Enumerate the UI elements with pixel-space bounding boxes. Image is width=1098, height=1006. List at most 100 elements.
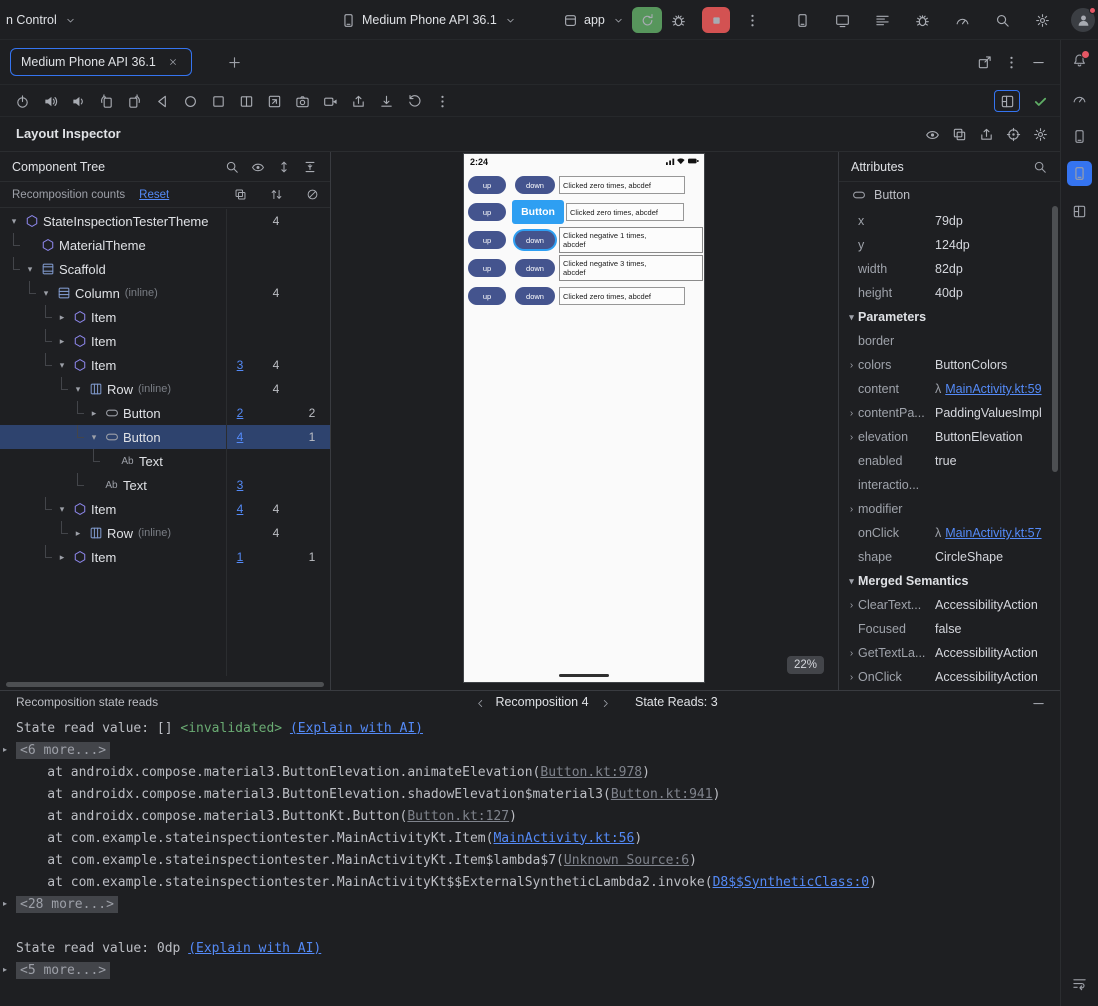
tree-row[interactable]: ▸ Item: [0, 305, 330, 329]
recomposition-count-link[interactable]: 4: [231, 430, 249, 444]
console-link[interactable]: (Explain with AI): [290, 721, 423, 736]
collapse-all-icon[interactable]: [302, 159, 318, 175]
up-button[interactable]: up: [468, 203, 506, 221]
console-link[interactable]: (Explain with AI): [188, 941, 321, 956]
home-icon[interactable]: [182, 93, 198, 109]
logcat-icon[interactable]: [874, 12, 890, 28]
search-icon[interactable]: [994, 12, 1010, 28]
stop-button[interactable]: [702, 7, 730, 33]
open-in-window-icon[interactable]: [976, 54, 992, 70]
recomposition-count-link[interactable]: 3: [231, 358, 249, 372]
chevron-right-icon[interactable]: ›: [845, 600, 858, 611]
reset-counts-link[interactable]: Reset: [139, 189, 169, 201]
vcs-widget[interactable]: n Control: [6, 0, 79, 40]
restore-icon[interactable]: [406, 93, 422, 109]
hide-icon[interactable]: [1030, 54, 1046, 70]
sorter-icon[interactable]: [268, 187, 284, 203]
rotate-right-icon[interactable]: [126, 93, 142, 109]
recomposition-count-link[interactable]: 1: [231, 550, 249, 564]
layout-inspector-icon[interactable]: [1072, 203, 1088, 219]
attribute-row[interactable]: height 40dp: [839, 281, 1060, 305]
device-explorer-icon[interactable]: [1072, 128, 1088, 144]
console-link[interactable]: MainActivity.kt:56: [493, 831, 634, 846]
tree-row[interactable]: ▾ StateInspectionTesterTheme 4: [0, 209, 330, 233]
settings-icon[interactable]: [1032, 126, 1048, 142]
visibility-icon[interactable]: [250, 159, 266, 175]
chevron-right-icon[interactable]: ›: [845, 408, 858, 419]
expand-all-icon[interactable]: [276, 159, 292, 175]
device-screen[interactable]: 2:24 up down Clicked zero times, abcdef up B…: [463, 153, 705, 683]
device-manager-icon[interactable]: [794, 12, 810, 28]
chevron-down-icon[interactable]: ▾: [845, 576, 858, 587]
down-button[interactable]: down: [515, 231, 555, 249]
expander-chevron-icon[interactable]: ▸: [3, 745, 7, 754]
attribute-row[interactable]: › elevation ButtonElevation: [839, 425, 1060, 449]
console-link[interactable]: Button.kt:127: [407, 809, 509, 824]
tree-row[interactable]: ▾ Scaffold: [0, 257, 330, 281]
tree-row[interactable]: ▸ Item 1 1: [0, 545, 330, 569]
attribute-value-link[interactable]: MainActivity.kt:57: [945, 526, 1041, 540]
search-icon[interactable]: [224, 159, 240, 175]
counts-icon[interactable]: [232, 187, 248, 203]
running-device-tab[interactable]: Medium Phone API 36.1: [10, 48, 192, 76]
soft-wrap-icon[interactable]: [1072, 976, 1088, 992]
add-device-icon[interactable]: [226, 54, 242, 70]
tree-row[interactable]: ▸ Button 2 2: [0, 401, 330, 425]
tree-row[interactable]: ▾ Button 4 1: [0, 425, 330, 449]
attribute-row[interactable]: content λ MainActivity.kt:59: [839, 377, 1060, 401]
search-icon[interactable]: [1032, 159, 1048, 175]
tree-row[interactable]: Ab Text: [0, 449, 330, 473]
live-updates-icon[interactable]: [924, 126, 940, 142]
attribute-row[interactable]: onClick λ MainActivity.kt:57: [839, 521, 1060, 545]
device-selector[interactable]: Medium Phone API 36.1: [340, 0, 519, 40]
device-mirror-icon[interactable]: [834, 12, 850, 28]
expander-chevron-icon[interactable]: ▸: [3, 965, 7, 974]
more-actions-icon[interactable]: [744, 12, 760, 28]
rerun-button[interactable]: [632, 7, 662, 33]
profiler-icon[interactable]: [954, 12, 970, 28]
chevron-right-icon[interactable]: ›: [845, 360, 858, 371]
profiler-tool-icon[interactable]: [1072, 90, 1088, 106]
attribute-row[interactable]: › contentPa... PaddingValuesImpl: [839, 401, 1060, 425]
console-link[interactable]: D8$$SyntheticClass:0: [713, 875, 870, 890]
console-link[interactable]: Button.kt:978: [540, 765, 642, 780]
volume-down-icon[interactable]: [70, 93, 86, 109]
layout-inspector-toggle[interactable]: [994, 90, 1020, 112]
up-button[interactable]: up: [468, 231, 506, 249]
expander-chevron-icon[interactable]: ▸: [3, 899, 7, 908]
recomposition-count-link[interactable]: 3: [231, 478, 249, 492]
settings-icon[interactable]: [1034, 12, 1050, 28]
more-icon[interactable]: [1003, 54, 1019, 70]
screenshot-icon[interactable]: [294, 93, 310, 109]
notifications-icon[interactable]: [1072, 50, 1090, 68]
attribute-row[interactable]: › GetTextLa... AccessibilityAction: [839, 641, 1060, 665]
tree-row[interactable]: Ab Text 3: [0, 473, 330, 497]
tree-expander-icon[interactable]: ▸: [54, 552, 70, 563]
export-icon[interactable]: [978, 126, 994, 142]
tree-expander-icon[interactable]: ▸: [54, 312, 70, 323]
chevron-right-icon[interactable]: ›: [845, 648, 858, 659]
overview-icon[interactable]: [210, 93, 226, 109]
down-button[interactable]: down: [515, 176, 555, 194]
pick-target-icon[interactable]: [1005, 126, 1021, 142]
run-configuration-selector[interactable]: app: [562, 0, 627, 40]
debug-button[interactable]: [670, 12, 686, 28]
tree-expander-icon[interactable]: ▾: [70, 384, 86, 395]
avatar[interactable]: [1071, 7, 1096, 32]
volume-up-icon[interactable]: [42, 93, 58, 109]
tree-expander-icon[interactable]: ▾: [22, 264, 38, 275]
attribute-row[interactable]: enabled true: [839, 449, 1060, 473]
down-button[interactable]: down: [515, 259, 555, 277]
screen-record-icon[interactable]: [322, 93, 338, 109]
chevron-right-icon[interactable]: ›: [845, 504, 858, 515]
power-icon[interactable]: [14, 93, 30, 109]
back-icon[interactable]: [154, 93, 170, 109]
close-icon[interactable]: [165, 54, 181, 70]
resize-icon[interactable]: [266, 93, 282, 109]
app-quality-insights-icon[interactable]: [914, 12, 930, 28]
recomposition-count-link[interactable]: 4: [231, 502, 249, 516]
previous-recomposition-icon[interactable]: [472, 695, 488, 711]
attribute-row[interactable]: y 124dp: [839, 233, 1060, 257]
snapshot-icon[interactable]: [951, 126, 967, 142]
running-devices-icon[interactable]: [1067, 161, 1092, 186]
